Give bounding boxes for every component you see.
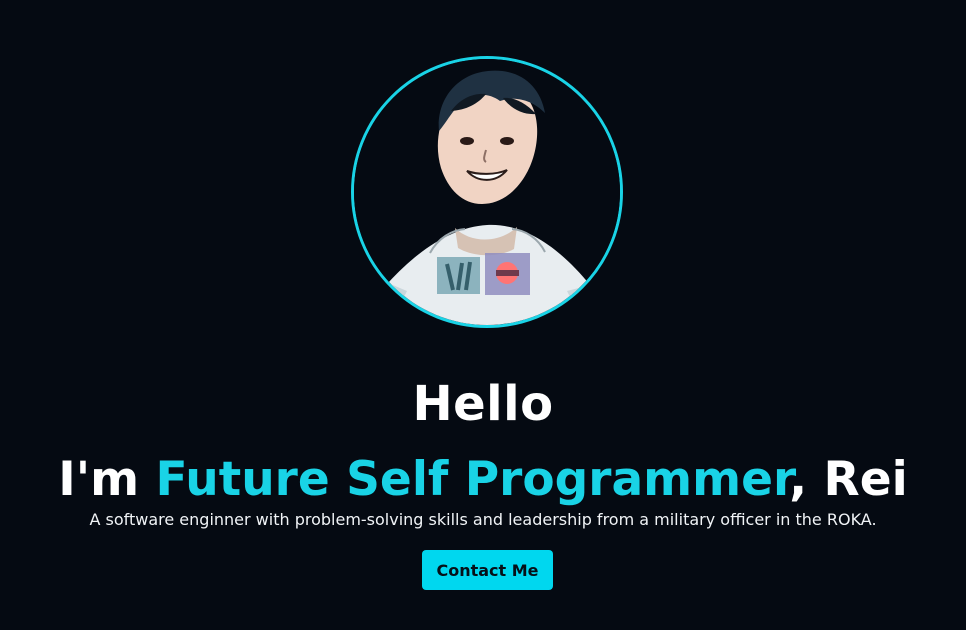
hero-section: Hello I'm Future Self Programmer, Rei A … [0,0,966,630]
intro-prefix: I'm [58,452,156,507]
tagline: A software enginner with problem-solving… [89,510,877,529]
profile-avatar [351,56,623,328]
profile-illustration [354,59,620,325]
intro-heading: I'm Future Self Programmer, Rei [0,448,966,512]
highlight-title: Future Self Programmer [155,452,790,507]
greeting-heading: Hello [412,376,554,433]
contact-button[interactable]: Contact Me [422,550,553,590]
intro-suffix: , Rei [789,452,908,507]
